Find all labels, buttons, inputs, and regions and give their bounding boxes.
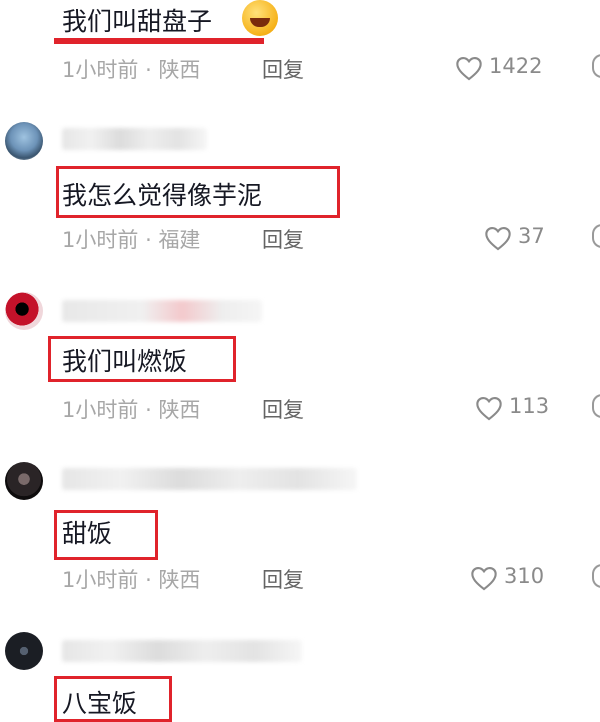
laughing-tears-emoji-icon [242,0,278,36]
username-blurred [62,128,207,150]
heart-outline-icon [471,567,497,591]
like-button[interactable]: 1422 [455,54,555,81]
comment-time: 1小时前 [62,398,139,422]
dislike-icon[interactable] [592,564,600,588]
comment-meta: 1小时前 · 陕西 [62,394,200,424]
meta-separator: · [145,398,152,422]
comment-meta: 1小时前 · 陕西 [62,54,200,84]
highlight-underline [54,38,264,44]
meta-separator: · [145,568,152,592]
highlight-box [54,510,158,560]
comment-item: 八宝饭 [0,624,600,722]
reply-button[interactable]: 回复 [262,394,304,424]
username-blurred [62,300,262,322]
like-button[interactable]: 37 [484,224,554,251]
comment-location: 陕西 [158,398,201,422]
highlight-box [56,166,340,218]
comment-item: 甜饭 1小时前 · 陕西 回复 310 [0,452,600,612]
dislike-icon[interactable] [592,224,600,248]
comment-location: 陕西 [158,568,201,592]
comment-item: 我们叫燃饭 1小时前 · 陕西 回复 113 [0,280,600,440]
highlight-box [48,336,236,382]
comment-time: 1小时前 [62,58,139,82]
meta-separator: · [145,228,152,252]
highlight-box [54,676,172,722]
comment-location: 陕西 [158,58,201,82]
comment-text: 我们叫甜盘子 [62,7,213,36]
comment-meta: 1小时前 · 福建 [62,224,200,254]
comment-time: 1小时前 [62,228,139,252]
reply-button[interactable]: 回复 [262,54,304,84]
reply-button[interactable]: 回复 [262,224,304,254]
avatar[interactable] [5,462,43,500]
avatar[interactable] [5,292,43,330]
comment-item: 我们叫甜盘子 1小时前 · 陕西 回复 1422 [0,0,600,100]
reply-button[interactable]: 回复 [262,564,304,594]
dislike-icon[interactable] [592,394,600,418]
comment-time: 1小时前 [62,568,139,592]
like-count: 310 [504,564,545,588]
username-blurred [62,468,357,490]
like-count: 113 [509,394,550,418]
comment-meta: 1小时前 · 陕西 [62,564,200,594]
username-blurred [62,640,302,662]
like-count: 1422 [489,54,543,78]
like-button[interactable]: 310 [470,564,555,591]
avatar[interactable] [5,632,43,670]
heart-outline-icon [485,227,511,251]
comment-item: 我怎么觉得像芋泥 1小时前 · 福建 回复 37 [0,110,600,270]
like-button[interactable]: 113 [475,394,555,421]
dislike-icon[interactable] [592,54,600,78]
avatar[interactable] [5,122,43,160]
comment-location: 福建 [158,228,201,252]
like-count: 37 [518,224,545,248]
meta-separator: · [145,58,152,82]
heart-outline-icon [476,397,502,421]
heart-outline-icon [456,57,482,81]
